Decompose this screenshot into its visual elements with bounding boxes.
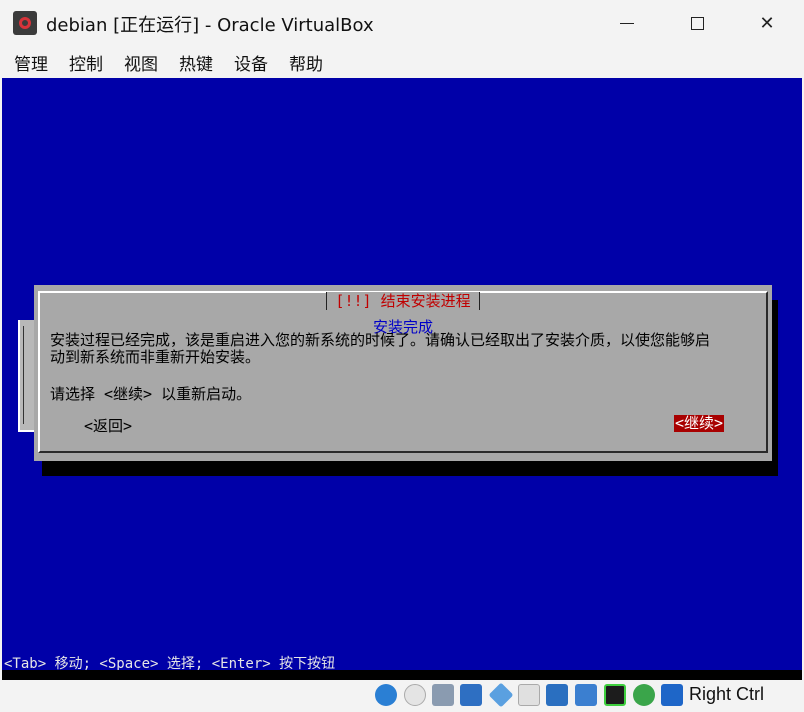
usb-icon[interactable] — [488, 682, 514, 708]
menu-item-hotkeys[interactable]: 热键 — [179, 50, 213, 75]
menu-item-manage[interactable]: 管理 — [14, 50, 48, 75]
keyboard-icon[interactable] — [661, 684, 683, 706]
vm-display[interactable]: [!!] 结束安装进程 安装完成 安装过程已经完成，该是重启进入您的新系统的时候… — [2, 78, 802, 680]
status-bar: Right Ctrl — [0, 680, 804, 712]
window-titlebar: debian [正在运行] - Oracle VirtualBox ✕ — [0, 0, 804, 46]
menu-bar: 管理 控制 视图 热键 设备 帮助 — [0, 46, 804, 78]
dialog-title-text: [!!] 结束安装进程 — [326, 292, 480, 310]
dialog-prompt: 请选择 <继续> 以重新启动。 — [50, 385, 252, 403]
menu-item-view[interactable]: 视图 — [124, 50, 158, 75]
hard-disk-icon[interactable] — [375, 684, 397, 706]
menu-item-devices[interactable]: 设备 — [234, 50, 268, 75]
close-icon: ✕ — [759, 12, 775, 34]
cpu-icon[interactable] — [604, 684, 626, 706]
message-line-2: 动到新系统而非重新开始安装。 — [50, 348, 261, 366]
screen-bottom-strip — [2, 670, 802, 680]
message-line-1: 安装过程已经完成，该是重启进入您的新系统的时候了。请确认已经取出了安装介质，以使… — [50, 331, 711, 349]
network-icon[interactable] — [460, 684, 482, 706]
display-icon[interactable] — [546, 684, 568, 706]
host-key-label: Right Ctrl — [689, 684, 765, 704]
recording-icon[interactable] — [575, 684, 597, 706]
minimize-button[interactable] — [592, 0, 662, 46]
mouse-integration-icon[interactable] — [633, 684, 655, 706]
back-button[interactable]: <返回> — [84, 415, 132, 436]
window-title: debian [正在运行] - Oracle VirtualBox — [46, 15, 374, 36]
minimize-icon — [620, 22, 634, 24]
close-button[interactable]: ✕ — [732, 0, 802, 46]
shared-folders-icon[interactable] — [518, 684, 540, 706]
menu-item-control[interactable]: 控制 — [69, 50, 103, 75]
installer-dialog: [!!] 结束安装进程 安装完成 安装过程已经完成，该是重启进入您的新系统的时候… — [34, 285, 772, 461]
continue-button[interactable]: <继续> — [674, 415, 725, 432]
dialog-message: 安装过程已经完成，该是重启进入您的新系统的时候了。请确认已经取出了安装介质，以使… — [50, 332, 762, 366]
maximize-icon — [690, 16, 704, 30]
audio-icon[interactable] — [432, 684, 454, 706]
maximize-button[interactable] — [662, 0, 732, 46]
menu-item-help[interactable]: 帮助 — [289, 50, 323, 75]
dialog-title: [!!] 结束安装进程 — [40, 292, 766, 310]
optical-drive-icon[interactable] — [404, 684, 426, 706]
virtualbox-app-icon — [13, 11, 37, 35]
